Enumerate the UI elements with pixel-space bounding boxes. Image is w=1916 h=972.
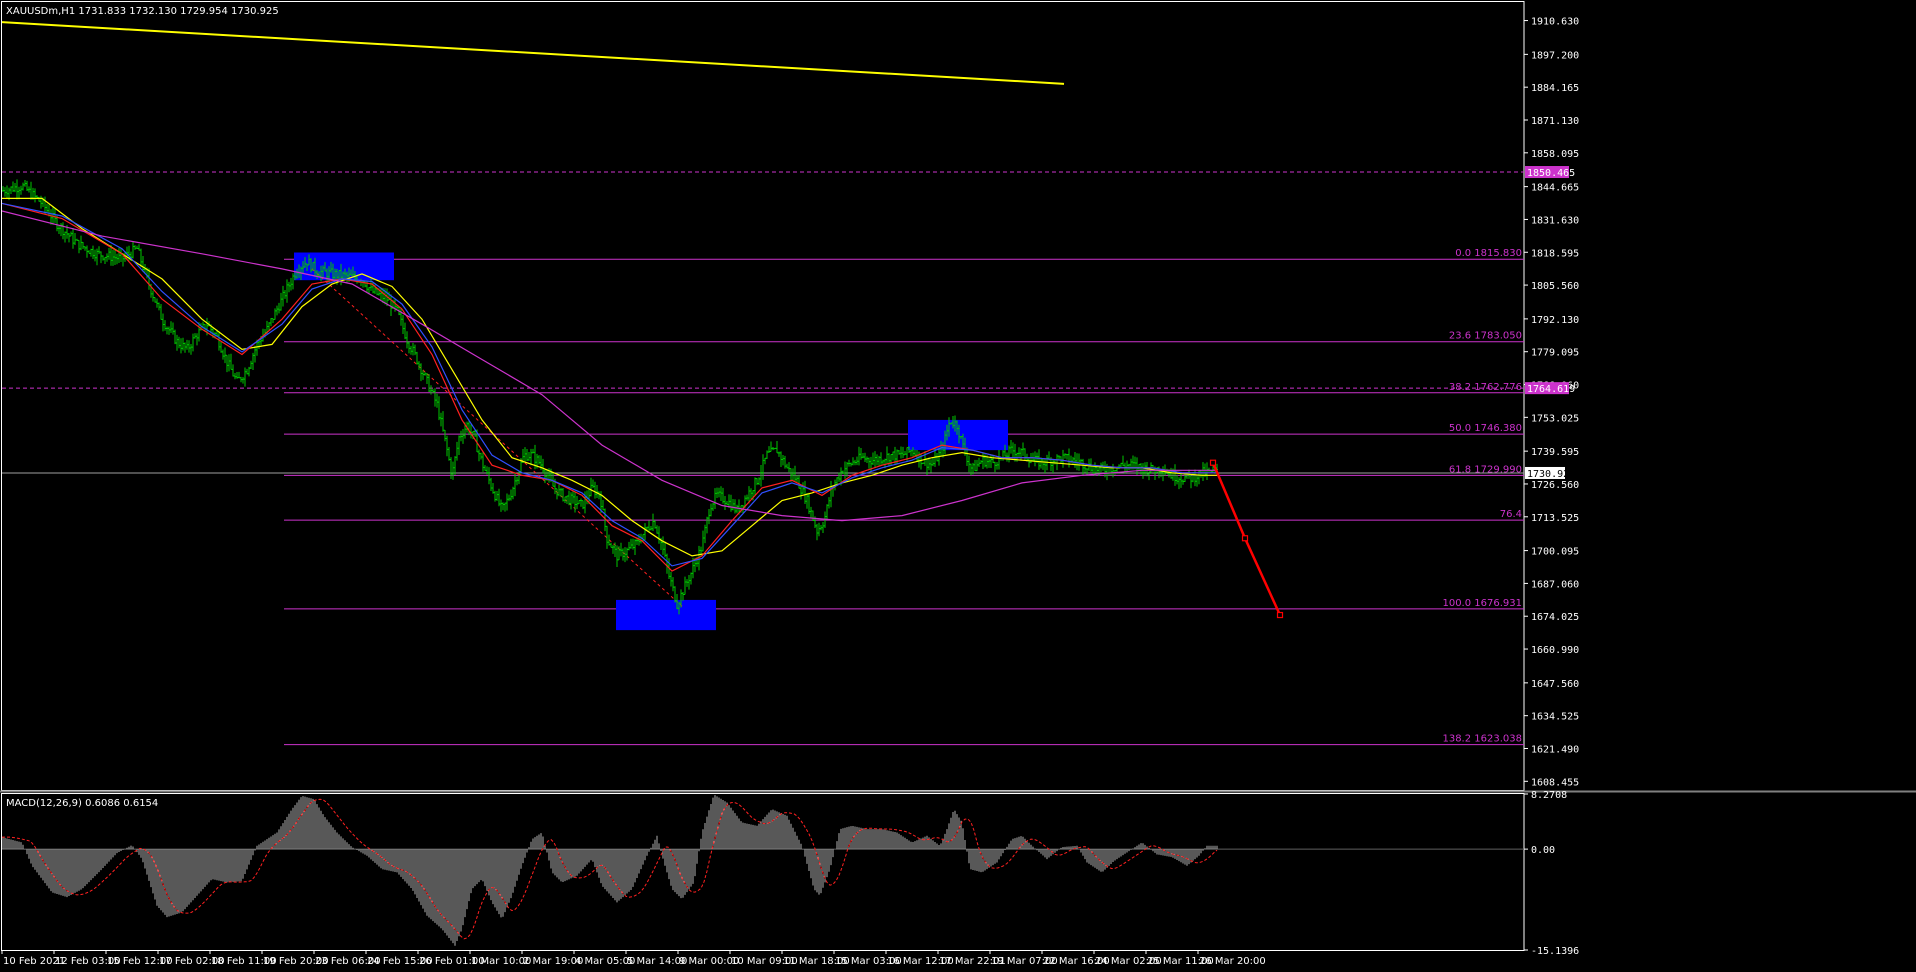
main-price-pane[interactable] bbox=[2, 21, 1524, 746]
supply-zone-mar bbox=[908, 419, 1008, 451]
macd-pane-frame bbox=[1, 793, 1525, 951]
price-tick-label: 1858.095 bbox=[1531, 149, 1579, 160]
fib-label: 76.4 bbox=[1500, 509, 1522, 520]
price-tick-label: 1779.095 bbox=[1531, 348, 1579, 359]
price-tick-label: 1726.560 bbox=[1531, 480, 1579, 491]
price-tick-label: 1674.025 bbox=[1531, 612, 1579, 623]
level-badge-label: 1764.619 bbox=[1527, 384, 1575, 395]
price-tick-label: 1608.455 bbox=[1531, 777, 1579, 788]
current-price-label: 1730.925 bbox=[1527, 469, 1575, 480]
price-tick-label: 1739.595 bbox=[1531, 447, 1579, 458]
fib-label: 50.0 1746.380 bbox=[1449, 423, 1522, 434]
projection-point bbox=[1241, 535, 1249, 542]
price-tick-label: 1713.525 bbox=[1531, 513, 1579, 524]
trading-chart[interactable]: 1910.630 1897.200 1884.165 1871.130 1858.095… bbox=[0, 0, 1916, 972]
price-tick-label: 1634.525 bbox=[1531, 712, 1579, 723]
price-tick-label: 1687.060 bbox=[1531, 579, 1579, 590]
symbol-header: XAUUSDm,H1 1731.833 1732.130 1729.954 17… bbox=[6, 6, 279, 17]
macd-pane[interactable] bbox=[2, 795, 1524, 946]
fib-label: 23.6 1783.050 bbox=[1449, 331, 1522, 342]
price-tick-label: 1871.130 bbox=[1531, 116, 1579, 127]
time-axis: 10 Feb 202112 Feb 03:0015 Feb 12:0017 Fe… bbox=[1, 950, 1266, 967]
moving-average-red bbox=[2, 202, 1217, 572]
price-tick-label: 1910.630 bbox=[1531, 17, 1579, 28]
price-tick-label: 1844.665 bbox=[1531, 183, 1579, 194]
fib-label: 138.2 1623.038 bbox=[1442, 734, 1522, 745]
level-badge-label: 1850.465 bbox=[1527, 168, 1575, 179]
price-tick-label: 1792.130 bbox=[1531, 315, 1579, 326]
projection-point bbox=[1276, 611, 1284, 619]
yellow-trendline bbox=[2, 21, 1065, 85]
macd-title: MACD(12,26,9) 0.6086 0.6154 bbox=[6, 798, 158, 809]
demand-zone-mar bbox=[616, 599, 716, 631]
price-tick-label: 1805.560 bbox=[1531, 281, 1579, 292]
projection-point bbox=[1209, 459, 1217, 466]
moving-average-blue bbox=[2, 202, 1217, 567]
price-axis: 1910.630 1897.200 1884.165 1871.130 1858.095… bbox=[1524, 17, 1579, 957]
price-tick-label: 1897.200 bbox=[1531, 50, 1579, 61]
macd-tick-label: 8.2708 bbox=[1531, 790, 1567, 801]
fib-label: 61.8 1729.990 bbox=[1449, 464, 1522, 475]
macd-tick-label: -15.1396 bbox=[1531, 946, 1579, 957]
price-tick-label: 1621.490 bbox=[1531, 744, 1579, 755]
candles bbox=[2, 179, 1218, 615]
macd-tick-label: 0.00 bbox=[1531, 845, 1555, 856]
time-tick-label: 26 Mar 20:00 bbox=[1199, 956, 1266, 967]
price-tick-label: 1647.560 bbox=[1531, 679, 1579, 690]
price-tick-label: 1818.595 bbox=[1531, 248, 1579, 259]
fib-label: 38.2 1762.776 bbox=[1449, 382, 1522, 393]
fib-label: 0.0 1815.830 bbox=[1455, 248, 1522, 259]
moving-average-magenta bbox=[2, 210, 1217, 522]
fib-label: 100.0 1676.931 bbox=[1442, 598, 1522, 609]
price-tick-label: 1660.990 bbox=[1531, 645, 1579, 656]
price-tick-label: 1884.165 bbox=[1531, 83, 1579, 94]
chart-frames bbox=[0, 1, 1916, 951]
main-pane-frame bbox=[1, 1, 1525, 791]
moving-average-yellow bbox=[2, 197, 1217, 557]
price-tick-label: 1831.630 bbox=[1531, 215, 1579, 226]
price-tick-label: 1700.095 bbox=[1531, 547, 1579, 558]
price-tick-label: 1753.025 bbox=[1531, 413, 1579, 424]
